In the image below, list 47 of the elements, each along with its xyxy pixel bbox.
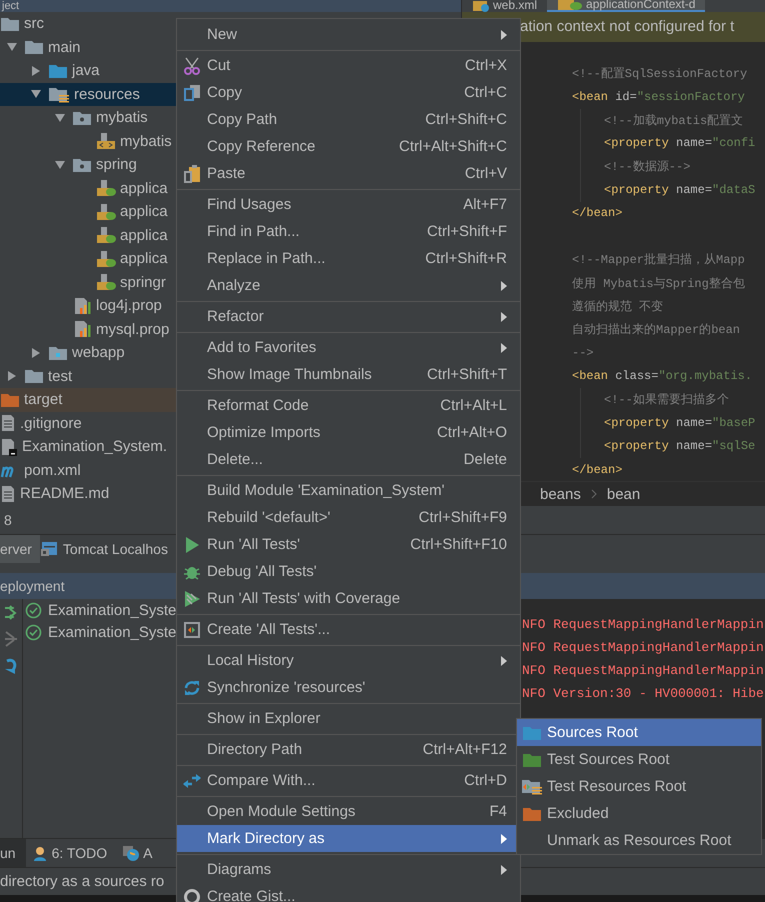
console-line: NFO RequestMappingHandlerMappin	[522, 639, 765, 657]
tree-item-label: .gitignore	[20, 414, 82, 432]
tree-item-label: log4j.prop	[96, 297, 162, 314]
code-line: <!--数据源-->	[604, 159, 690, 176]
panel-title: ject	[0, 0, 20, 12]
tree-item-label: mybatis	[96, 109, 148, 126]
tree-item-label: main	[48, 38, 81, 56]
tree-item-label: applica	[120, 203, 168, 220]
tree-item-label: resources	[74, 86, 140, 103]
banner-text: ation context not configured for t	[520, 18, 734, 36]
tree-item-label: target	[24, 391, 62, 408]
code-line: <property name="sqlSe	[604, 439, 756, 454]
code-line: <property name="confi	[604, 136, 756, 150]
code-line: </bean>	[572, 206, 622, 220]
code-line: </bean>	[572, 462, 622, 477]
tree-item-label: mysql.prop	[96, 320, 170, 338]
code-line: <property name="baseP	[604, 416, 756, 430]
header-title: eployment	[0, 578, 65, 594]
tree-item-label: README.md	[20, 485, 110, 502]
code-line: <property name="dataS	[604, 183, 756, 198]
code-line: -->	[572, 346, 594, 360]
code-line: 使用 Mybatis与Spring整合包	[572, 276, 745, 292]
console-line: NFO RequestMappingHandlerMappin	[522, 662, 765, 680]
code-line: 遵循的规范 不变	[572, 299, 664, 316]
tree-item-label: test	[48, 368, 72, 385]
tree-item-label: applica	[120, 180, 168, 197]
code-line: <!--加载mybatis配置文	[604, 112, 744, 129]
code-line: <!--如果需要扫描多个	[604, 392, 729, 408]
tree-item-label: java	[72, 62, 100, 80]
status-text: directory as a sources ro	[0, 873, 164, 890]
tree-item-label: Examination_System.	[22, 438, 168, 456]
code-line: 自动扫描出来的Mapper的bean	[572, 322, 740, 338]
tree-item-label: src	[24, 15, 44, 32]
tree-item-label: webapp	[72, 344, 125, 362]
tree-item-label: applica	[120, 250, 168, 268]
tree-item-label: applica	[120, 226, 168, 244]
console-line: NFO Version:30 - HV000001: Hibe	[522, 685, 765, 703]
tree-item-label: springr	[120, 274, 166, 291]
code-line: <bean class="org.mybatis.	[572, 369, 752, 384]
code-line: <!--Mapper批量扫描，从Mapp	[572, 252, 745, 268]
tree-item-label: pom.xml	[24, 462, 81, 479]
console-line: NFO RequestMappingHandlerMappin	[522, 616, 765, 634]
tree-item-label: mybatis	[120, 132, 172, 150]
tree-item-label: spring	[96, 156, 137, 174]
panel-number: 8	[3, 512, 12, 528]
code-line: <bean id="sessionFactory	[572, 90, 745, 104]
code-line: <!--配置SqlSessionFactory	[572, 66, 748, 82]
